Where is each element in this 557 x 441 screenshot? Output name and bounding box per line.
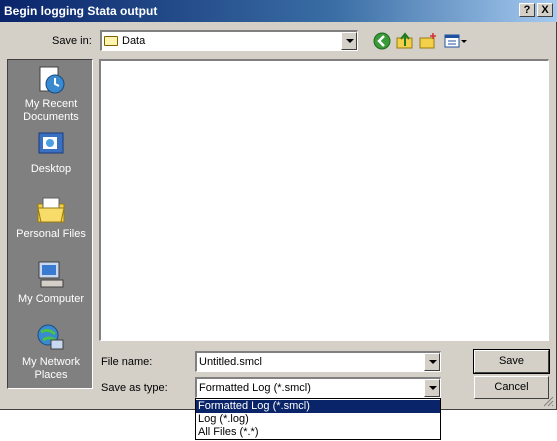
place-network-places[interactable]: My Network Places <box>8 322 94 382</box>
view-menu-icon[interactable] <box>444 32 468 50</box>
back-icon[interactable] <box>373 32 391 50</box>
save-button[interactable]: Save <box>473 349 550 374</box>
file-name-field[interactable]: Untitled.smcl <box>195 351 441 372</box>
close-button[interactable]: X <box>537 3 553 17</box>
save-in-label: Save in: <box>52 35 92 47</box>
place-personal-files[interactable]: Personal Files <box>8 194 94 241</box>
place-desktop[interactable]: Desktop <box>8 129 94 176</box>
resize-grip-icon[interactable] <box>542 395 554 407</box>
title-bar[interactable]: Begin logging Stata output ? X <box>0 0 557 22</box>
desktop-icon <box>38 132 64 154</box>
help-button[interactable]: ? <box>519 3 535 17</box>
folder-icon <box>104 36 118 47</box>
recent-documents-icon <box>39 66 65 94</box>
my-computer-icon <box>38 261 64 288</box>
new-folder-icon[interactable] <box>419 32 437 50</box>
cancel-button[interactable]: Cancel <box>474 376 549 399</box>
save-as-type-dropdown: Formatted Log (*.smcl) Log (*.log) All F… <box>195 398 441 440</box>
place-label: Personal Files <box>16 228 86 240</box>
personal-files-icon <box>37 197 65 223</box>
file-name-value: Untitled.smcl <box>199 356 262 368</box>
file-list[interactable] <box>99 59 549 341</box>
place-label: My Computer <box>17 293 85 305</box>
save-as-type-label: Save as type: <box>101 382 168 394</box>
up-folder-icon[interactable] <box>396 32 414 50</box>
place-recent-documents[interactable]: My Recent Documents <box>8 64 94 124</box>
dropdown-option-log[interactable]: Log (*.log) <box>196 413 440 426</box>
chevron-down-icon[interactable] <box>341 32 357 50</box>
place-label: My Recent Documents <box>23 98 79 123</box>
file-name-label: File name: <box>101 356 153 368</box>
save-as-type-value: Formatted Log (*.smcl) <box>199 382 311 394</box>
network-places-icon <box>37 324 64 350</box>
save-in-combo[interactable]: Data <box>100 30 358 51</box>
chevron-down-icon[interactable] <box>424 379 440 397</box>
dropdown-option-all-files[interactable]: All Files (*.*) <box>196 426 440 439</box>
place-label: My Network Places <box>21 356 81 381</box>
save-dialog: Begin logging Stata output ? X Save in: … <box>0 0 557 410</box>
places-bar: My Recent Documents Desktop Personal Fil… <box>7 59 93 389</box>
save-as-type-select[interactable]: Formatted Log (*.smcl) <box>195 377 441 398</box>
dropdown-option-formatted-log[interactable]: Formatted Log (*.smcl) <box>196 400 440 413</box>
save-in-value: Data <box>122 35 146 47</box>
window-title: Begin logging Stata output <box>4 4 158 18</box>
place-my-computer[interactable]: My Computer <box>8 259 94 306</box>
chevron-down-icon[interactable] <box>424 353 440 371</box>
place-label: Desktop <box>30 163 72 175</box>
